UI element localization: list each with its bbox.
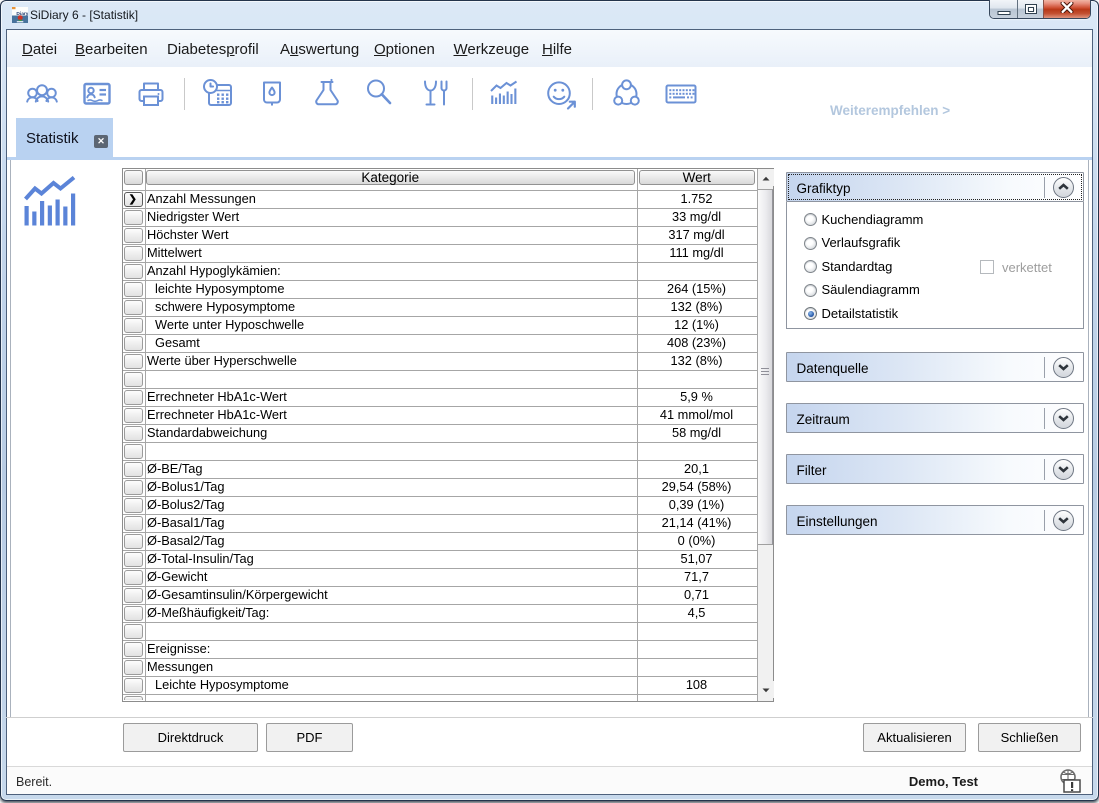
svg-text:Diary: Diary xyxy=(16,11,28,17)
